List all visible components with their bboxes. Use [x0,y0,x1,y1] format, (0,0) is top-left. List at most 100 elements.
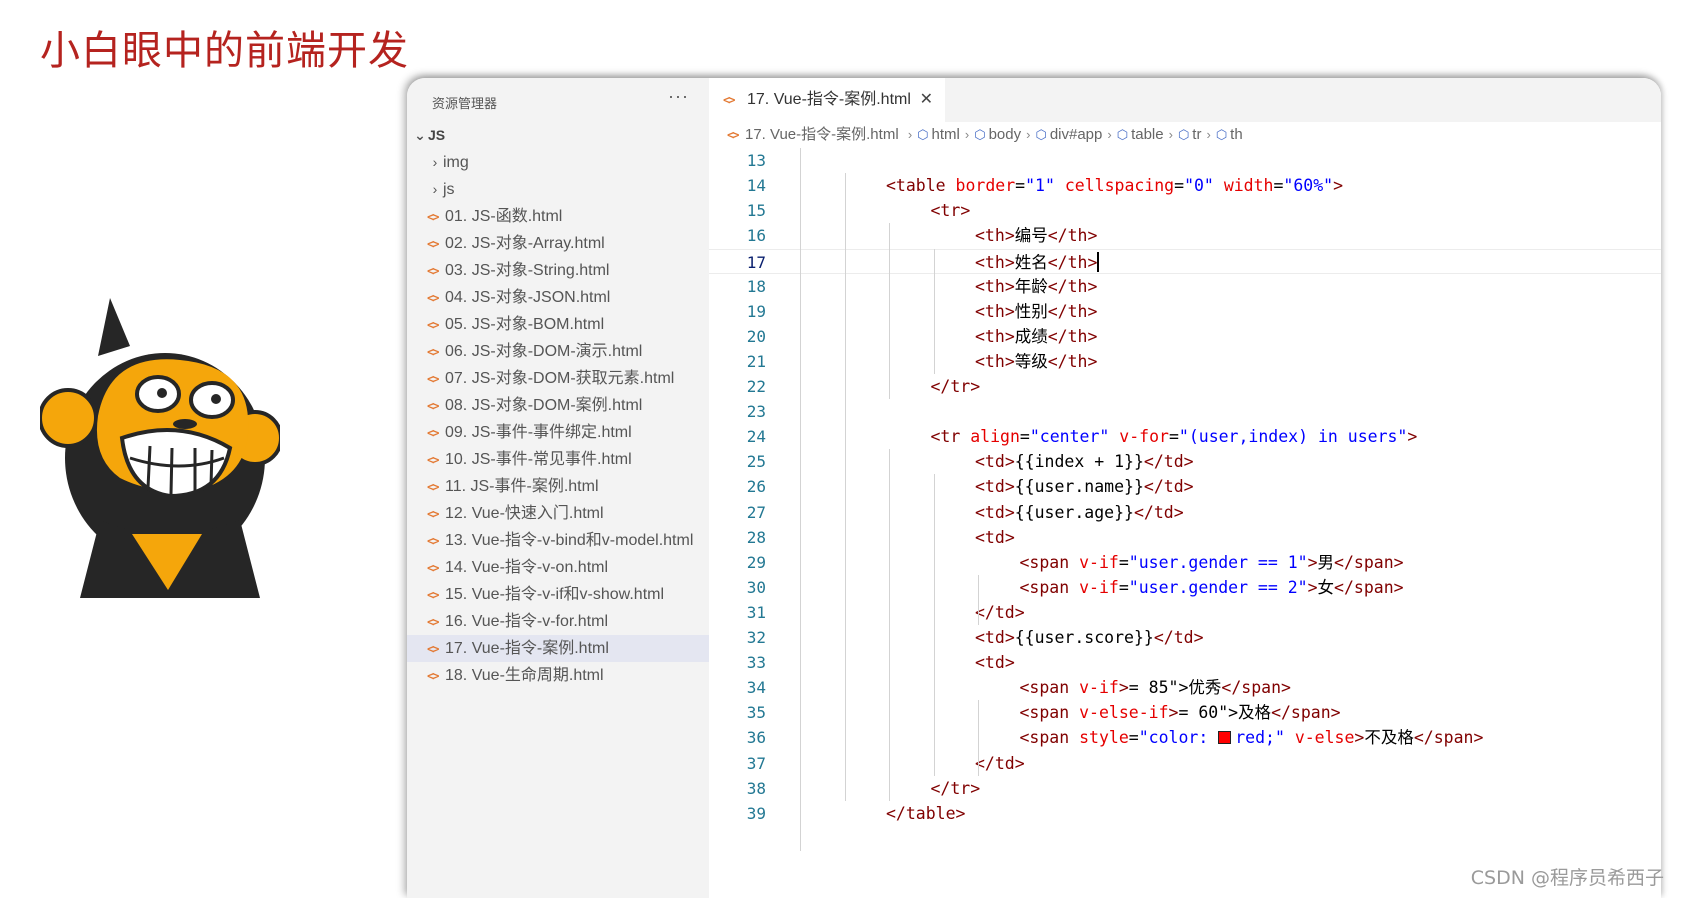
code-line[interactable]: 34 <span v-if>= 85">优秀</span> [709,675,1661,700]
chevron-right-icon: › [964,127,970,142]
folder-img[interactable]: › img [407,149,709,176]
folder-label: img [443,154,469,171]
code-line[interactable]: 20 <th>成绩</th> [709,324,1661,349]
code-line[interactable]: 36 <span style="color: red;" v-else>不及格</… [709,725,1661,750]
file-item[interactable]: <> 16. Vue-指令-v-for.html [407,608,709,635]
file-item[interactable]: <> 06. JS-对象-DOM-演示.html [407,338,709,365]
indent-guide [978,700,979,776]
code-text: <th>等级</th> [975,351,1098,371]
code-line[interactable]: 30 <span v-if="user.gender == 2">女</span> [709,575,1661,600]
file-label: 02. JS-对象-Array.html [445,235,605,252]
code-line[interactable]: 31 </td> [709,600,1661,625]
line-number: 39 [746,803,766,823]
code-line[interactable]: 39 </table> [709,801,1661,826]
html-file-icon: <> [427,453,439,467]
file-item[interactable]: <> 01. JS-函数.html [407,203,709,230]
line-number: 22 [746,377,766,396]
html-file-icon: <> [427,345,439,359]
breadcrumb-item[interactable]: tr [1192,126,1201,143]
indent-guide [889,449,890,801]
breadcrumb-file[interactable]: 17. Vue-指令-案例.html [745,126,899,143]
file-item[interactable]: <> 13. Vue-指令-v-bind和v-model.html [407,527,709,554]
line-number: 28 [746,527,766,547]
code-text: <span v-else-if>= 60">及格</span> [1019,703,1341,723]
file-item[interactable]: <> 04. JS-对象-JSON.html [407,284,709,311]
file-label: 11. JS-事件-案例.html [445,478,599,495]
breadcrumb-item[interactable]: div#app [1050,126,1103,143]
line-number: 25 [746,452,766,472]
file-item[interactable]: <> 17. Vue-指令-案例.html [407,635,709,662]
file-item[interactable]: <> 12. Vue-快速入门.html [407,500,709,527]
line-number: 33 [746,653,766,673]
text-cursor [1097,251,1099,272]
file-item[interactable]: <> 18. Vue-生命周期.html [407,662,709,689]
code-editor[interactable]: 12<div id="app">1314<table border="1" ce… [709,126,1661,898]
code-line[interactable]: 28 <td> [709,525,1661,550]
breadcrumb-item[interactable]: html [932,126,960,143]
breadcrumb-item[interactable]: body [989,126,1022,143]
code-line[interactable]: 15 <tr> [709,198,1661,223]
line-number: 20 [746,326,766,346]
color-swatch [1218,731,1232,745]
line-number: 24 [746,427,766,447]
file-label: 15. Vue-指令-v-if和v-show.html [445,586,665,603]
more-actions-icon[interactable]: ··· [668,86,689,107]
file-item[interactable]: <> 09. JS-事件-事件绑定.html [407,419,709,446]
html-file-icon: <> [727,128,739,142]
line-number: 13 [746,151,766,171]
code-line[interactable]: 37 </td> [709,751,1661,776]
code-line[interactable]: 35 <span v-else-if>= 60">及格</span> [709,700,1661,725]
html-file-icon: <> [427,372,439,386]
chevron-down-icon: ⌄ [414,127,426,143]
code-line[interactable]: 26 <td>{{user.name}}</td> [709,474,1661,499]
close-icon[interactable]: ✕ [920,78,933,122]
code-line[interactable]: 23 [709,399,1661,424]
code-text: <span v-if="user.gender == 1">男</span> [1019,552,1404,572]
file-label: 18. Vue-生命周期.html [445,667,604,684]
code-line[interactable]: 18 <th>年龄</th> [709,274,1661,299]
code-line[interactable]: 17 <th>姓名</th> [709,248,1661,274]
breadcrumb-item[interactable]: table [1131,126,1164,143]
file-item[interactable]: <> 11. JS-事件-案例.html [407,473,709,500]
folder-js[interactable]: › js [407,176,709,203]
code-line[interactable]: 22 </tr> [709,374,1661,399]
line-number: 18 [746,276,766,296]
code-line[interactable]: 21 <th>等级</th> [709,349,1661,374]
file-label: 07. JS-对象-DOM-获取元素.html [445,370,675,387]
symbol-element-cube-icon: ⬡ [1215,127,1228,142]
file-item[interactable]: <> 07. JS-对象-DOM-获取元素.html [407,365,709,392]
code-line[interactable]: 33 <td> [709,650,1661,675]
file-item[interactable]: <> 10. JS-事件-常见事件.html [407,446,709,473]
code-line[interactable]: 13 [709,148,1661,173]
file-label: 17. Vue-指令-案例.html [445,640,609,657]
file-label: 04. JS-对象-JSON.html [445,289,611,306]
file-label: 08. JS-对象-DOM-案例.html [445,397,643,414]
file-item[interactable]: <> 08. JS-对象-DOM-案例.html [407,392,709,419]
code-line[interactable]: 25 <td>{{index + 1}}</td> [709,449,1661,474]
code-line[interactable]: 24 <tr align="center" v-for="(user,index)… [709,424,1661,449]
editor-tab[interactable]: <> 17. Vue-指令-案例.html ✕ [709,78,945,122]
code-line[interactable]: 27 <td>{{user.age}}</td> [709,500,1661,525]
code-line[interactable]: 14 <table border="1" cellspacing="0" widt… [709,173,1661,198]
line-number: 30 [746,577,766,597]
code-text: <span v-if>= 85">优秀</span> [1019,678,1291,698]
file-item[interactable]: <> 02. JS-对象-Array.html [407,230,709,257]
code-text: <td>{{user.score}}</td> [975,628,1204,647]
file-item[interactable]: <> 03. JS-对象-String.html [407,257,709,284]
code-line[interactable]: 16 <th>编号</th> [709,223,1661,248]
symbol-element-cube-icon: ⬡ [1035,127,1047,142]
file-item[interactable]: <> 14. Vue-指令-v-on.html [407,554,709,581]
code-line[interactable]: 29 <span v-if="user.gender == 1">男</span> [709,550,1661,575]
code-text: <span v-if="user.gender == 2">女</span> [1019,577,1404,597]
file-item[interactable]: <> 05. JS-对象-BOM.html [407,311,709,338]
line-number: 14 [746,176,766,196]
code-line[interactable]: 38 </tr> [709,776,1661,801]
chevron-right-icon: › [1026,127,1031,142]
folder-root[interactable]: ⌄ JS [407,122,709,149]
code-line[interactable]: 19 <th>性别</th> [709,299,1661,324]
slide-title: 小白眼中的前端开发 [40,28,409,74]
line-number: 31 [746,602,766,622]
code-line[interactable]: 32 <td>{{user.score}}</td> [709,625,1661,650]
file-item[interactable]: <> 15. Vue-指令-v-if和v-show.html [407,581,709,608]
breadcrumb-item[interactable]: th [1230,126,1243,143]
